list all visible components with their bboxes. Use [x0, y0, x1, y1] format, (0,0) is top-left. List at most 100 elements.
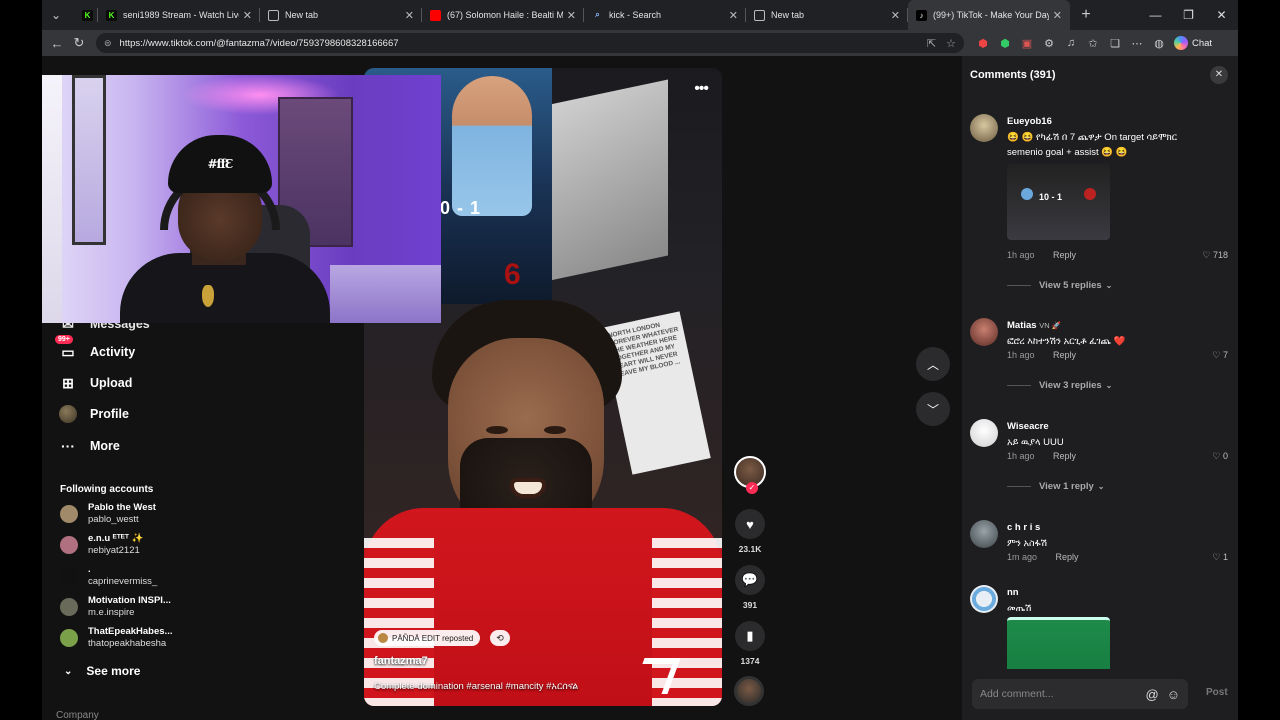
copilot-chat-button[interactable]: Chat — [1174, 36, 1212, 50]
tab-2[interactable]: New tab ✕ — [260, 0, 422, 30]
comment-like[interactable]: ♡ 0 — [1212, 451, 1228, 462]
webcam-bed — [330, 265, 441, 323]
creator-avatar[interactable]: ✓ — [734, 456, 766, 494]
comment-like[interactable]: ♡ 1 — [1212, 552, 1228, 563]
extension-red-icon[interactable]: ⬢ — [972, 37, 994, 50]
menu-dots-icon[interactable]: ⋯ — [1126, 37, 1148, 50]
comment-username[interactable]: nn — [1007, 587, 1019, 598]
comment-like[interactable]: ♡ 7 — [1212, 350, 1228, 361]
video-author[interactable]: fantazma7 — [374, 655, 428, 667]
close-tab-icon[interactable]: ✕ — [1053, 9, 1062, 22]
comment-username[interactable]: Matias VN 🚀 — [1007, 320, 1061, 331]
comment-avatar[interactable] — [970, 318, 998, 346]
reply-button[interactable]: Reply — [1053, 350, 1076, 360]
tab-search-button[interactable]: ⌄ — [44, 4, 68, 26]
save-action[interactable]: ▮ 1374 — [732, 621, 768, 666]
extension-bag-icon[interactable]: ▣ — [1016, 37, 1038, 50]
comment-action[interactable]: 💬 391 — [732, 565, 768, 610]
close-tab-icon[interactable]: ✕ — [405, 9, 414, 22]
tab-3[interactable]: (67) Solomon Haile : Bealti Madrid ✕ — [422, 0, 584, 30]
following-account[interactable]: Motivation INSPI... m.e.inspire — [60, 595, 171, 619]
comment-item: Wiseacre አይ ዉያላ UUU 1h ago Reply ♡ 0 Vie… — [970, 419, 1228, 499]
view-replies-button[interactable]: View 3 replies ⌄ — [1007, 380, 1112, 391]
close-tab-icon[interactable]: ✕ — [891, 9, 900, 22]
open-in-app-icon[interactable]: ⇱ — [927, 37, 936, 50]
account-avatar — [60, 629, 78, 647]
back-icon[interactable]: ← — [46, 36, 68, 51]
view-replies-button[interactable]: View 1 reply ⌄ — [1007, 481, 1104, 492]
sidebar-item-upload[interactable]: ⊞ Upload — [58, 373, 132, 393]
comment-username[interactable]: c h r i s — [1007, 522, 1040, 533]
comment-avatar[interactable] — [970, 520, 998, 548]
tab-title: New tab — [285, 10, 319, 20]
reply-button[interactable]: Reply — [1056, 552, 1079, 562]
emoji-icon[interactable]: ☺ — [1167, 687, 1180, 702]
following-account[interactable]: Pablo the West pablo_westt — [60, 502, 156, 526]
post-comment-button[interactable]: Post — [1206, 687, 1228, 698]
comment-username[interactable]: Wiseacre — [1007, 421, 1049, 432]
comment-icon[interactable]: 💬 — [735, 565, 765, 595]
comment-avatar[interactable] — [970, 114, 998, 142]
comment-like[interactable]: ♡ 718 — [1202, 250, 1228, 261]
comment-image[interactable]: 10 - 1 — [1007, 164, 1110, 240]
account-avatar — [60, 505, 78, 523]
reply-button[interactable]: Reply — [1053, 451, 1076, 461]
close-tab-icon[interactable]: ✕ — [567, 9, 576, 22]
sidebar-item-profile[interactable]: Profile — [58, 404, 129, 424]
comment-like-count: 718 — [1212, 250, 1228, 260]
minimize-icon[interactable]: — — [1139, 8, 1172, 22]
favorites-icon[interactable]: ✩ — [1082, 37, 1104, 50]
address-bar[interactable]: ⊜ https://www.tiktok.com/@fantazma7/vide… — [96, 33, 964, 53]
following-account[interactable]: ThatEpeakHabes... thatopeakhabesha — [60, 626, 172, 650]
follow-check-icon[interactable]: ✓ — [746, 482, 758, 494]
reload-icon[interactable]: ↻ — [68, 35, 90, 51]
next-video-button[interactable]: ﹀ — [916, 392, 950, 426]
add-comment-input[interactable]: Add comment... @ ☺ — [972, 679, 1188, 709]
repost-icon[interactable]: ⟲ — [490, 630, 510, 646]
close-tab-icon[interactable]: ✕ — [243, 9, 252, 22]
comment-username[interactable]: Eueyob16 — [1007, 116, 1052, 127]
comment-image[interactable] — [1007, 617, 1110, 669]
account-handle: pablo_westt — [88, 514, 139, 525]
extensions-area: ⬢ ⬢ ▣ ⚙ ♫ ✩ ❏ ⋯ ◍ — [972, 37, 1170, 50]
tab-1[interactable]: Kseni1989 Stream - Watch Live on Kick ✕ — [98, 0, 260, 30]
close-icon[interactable]: ✕ — [1210, 66, 1228, 84]
close-tab-icon[interactable]: ✕ — [729, 9, 738, 22]
repost-label-chip[interactable]: PÄÑDÄ EDIT reposted — [374, 630, 481, 646]
video-more-options-icon[interactable]: ••• — [694, 80, 709, 98]
tab-0[interactable]: K — [74, 0, 98, 30]
reply-button[interactable]: Reply — [1053, 250, 1076, 260]
view-replies-button[interactable]: View 5 replies ⌄ — [1007, 280, 1112, 291]
collections-icon[interactable]: ❏ — [1104, 37, 1126, 50]
beanie-lettering: #ffƐ — [207, 157, 233, 171]
sidebar-item-activity[interactable]: ▭ 99+ Activity — [55, 335, 135, 362]
close-window-icon[interactable]: ✕ — [1205, 8, 1238, 22]
mention-icon[interactable]: @ — [1146, 687, 1159, 702]
bookmark-icon[interactable]: ▮ — [735, 621, 765, 651]
tab-4[interactable]: ⌕ kick - Search ✕ — [584, 0, 746, 30]
bookmark-star-icon[interactable]: ☆ — [946, 37, 956, 50]
comment-placeholder: Add comment... — [980, 688, 1054, 700]
url-text: https://www.tiktok.com/@fantazma7/video/… — [119, 37, 399, 49]
heart-icon[interactable]: ♥ — [735, 509, 765, 539]
new-tab-button[interactable]: + — [1074, 6, 1098, 24]
sidebar-item-more[interactable]: ··· More — [58, 436, 120, 456]
following-account[interactable]: . caprinevermiss_ — [60, 564, 157, 588]
tab-6[interactable]: ♪ (99+) TikTok - Make Your Day ✕ — [908, 0, 1070, 30]
previous-video-button[interactable]: ︿ — [916, 347, 950, 381]
webcam-door — [42, 75, 62, 323]
site-info-icon[interactable]: ⊜ — [104, 38, 112, 49]
extension-green-icon[interactable]: ⬢ — [994, 37, 1016, 50]
profile-avatar-icon[interactable]: ◍ — [1148, 37, 1170, 50]
following-account[interactable]: e.n.u ᴱᵀᴱᵀ ✨ nebiyat2121 — [60, 533, 143, 557]
comment-avatar[interactable] — [970, 585, 998, 613]
inset-shirt-number: 6 — [504, 258, 521, 291]
maximize-icon[interactable]: ❐ — [1172, 8, 1205, 22]
see-more-button[interactable]: ⌄ See more — [64, 664, 140, 678]
tab-5[interactable]: New tab ✕ — [746, 0, 908, 30]
media-controls-icon[interactable]: ♫ — [1060, 37, 1082, 49]
comment-avatar[interactable] — [970, 419, 998, 447]
extensions-puzzle-icon[interactable]: ⚙ — [1038, 37, 1060, 50]
like-action[interactable]: ♥ 23.1K — [732, 509, 768, 554]
music-disc-icon[interactable] — [734, 676, 764, 706]
